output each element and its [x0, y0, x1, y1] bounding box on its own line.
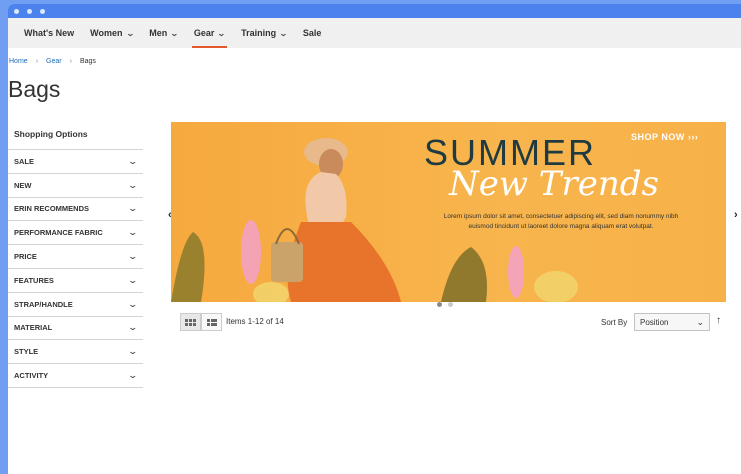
- title-bar: [8, 4, 741, 18]
- nav-label: Training: [241, 28, 277, 38]
- banner-script: New Trends: [449, 164, 659, 204]
- carousel-dots: [437, 302, 453, 307]
- filter-new[interactable]: NEW ⌄: [8, 174, 143, 198]
- nav-label: Women: [90, 28, 123, 38]
- list-view-button[interactable]: [201, 313, 222, 331]
- chevron-down-icon: ⌄: [170, 28, 179, 38]
- nav-label: Men: [149, 28, 168, 38]
- nav-item-men[interactable]: Men ⌄: [141, 18, 186, 48]
- breadcrumb-home[interactable]: Home: [9, 58, 28, 65]
- filter-label: NEW: [14, 180, 32, 190]
- carousel-dot[interactable]: [448, 302, 453, 307]
- chevron-down-icon: ⌄: [127, 274, 139, 285]
- filter-label: PRICE: [14, 252, 37, 262]
- filter-activity[interactable]: ACTIVITY ⌄: [8, 364, 143, 388]
- grid-icon: [185, 318, 196, 326]
- sort-select[interactable]: Position ⌄: [634, 313, 710, 331]
- filter-strap-handle[interactable]: STRAP/HANDLE ⌄: [8, 293, 143, 317]
- page-title: Bags: [8, 76, 61, 102]
- chevron-down-icon: ⌄: [279, 28, 288, 38]
- filter-label: PERFORMANCE FABRIC: [14, 228, 103, 238]
- chevron-right-icon[interactable]: ›: [734, 209, 738, 221]
- chevron-down-icon: ⌄: [127, 370, 139, 381]
- chevron-down-icon: ⌄: [127, 346, 139, 357]
- promo-banner[interactable]: SHOP NOW ››› SUMMER New Trends Lorem ips…: [171, 122, 726, 302]
- banner-body: Lorem ipsum dolor sit amet, consectetuer…: [411, 212, 711, 232]
- chevron-down-icon: ⌄: [696, 316, 704, 327]
- items-count: Items 1-12 of 14: [226, 317, 284, 326]
- banner-body-line: Lorem ipsum dolor sit amet, consectetuer…: [443, 213, 679, 220]
- chevron-down-icon: ⌄: [125, 28, 135, 38]
- carousel-dot[interactable]: [437, 302, 442, 307]
- filter-price[interactable]: PRICE ⌄: [8, 245, 143, 269]
- filter-label: STYLE: [14, 347, 39, 357]
- nav-label: What's New: [24, 28, 75, 38]
- chevron-down-icon: ⌄: [127, 203, 139, 214]
- breadcrumb-separator-icon: ›: [69, 58, 72, 65]
- product-toolbar: Items 1-12 of 14 Sort By Position ⌄ ↑: [171, 313, 731, 335]
- nav-item-sale[interactable]: Sale: [295, 18, 330, 48]
- filter-style[interactable]: STYLE ⌄: [8, 340, 143, 365]
- nav-label: Sale: [302, 28, 322, 38]
- nav-label: Gear: [193, 28, 215, 38]
- filter-performance-fabric[interactable]: PERFORMANCE FABRIC ⌄: [8, 221, 143, 246]
- filter-label: SALE: [14, 156, 35, 166]
- filter-erin-recommends[interactable]: ERIN RECOMMENDS ⌄: [8, 198, 143, 222]
- chevron-down-icon: ⌄: [127, 322, 139, 333]
- filter-material[interactable]: MATERIAL ⌄: [8, 317, 143, 341]
- chevron-down-icon: ⌄: [127, 298, 139, 309]
- window-dot[interactable]: [14, 8, 19, 14]
- shopping-options-heading: Shopping Options: [8, 126, 143, 150]
- nav-item-whats-new[interactable]: What's New: [16, 18, 82, 48]
- sort-value: Position: [640, 317, 669, 327]
- filter-label: ERIN RECOMMENDS: [14, 204, 90, 214]
- main-navigation: What's New Women ⌄ Men ⌄ Gear ⌄ Training…: [8, 18, 741, 48]
- window-dot[interactable]: [27, 8, 32, 14]
- sort-label: Sort By: [601, 318, 628, 327]
- filter-label: FEATURES: [14, 275, 54, 285]
- filter-sidebar: Shopping Options SALE ⌄ NEW ⌄ ERIN RECOM…: [8, 126, 143, 388]
- nav-item-gear[interactable]: Gear ⌄: [186, 18, 233, 48]
- breadcrumb-separator-icon: ›: [35, 58, 39, 65]
- nav-item-women[interactable]: Women ⌄: [82, 18, 141, 48]
- breadcrumb-current: Bags: [79, 58, 96, 65]
- nav-item-training[interactable]: Training ⌄: [233, 18, 295, 48]
- breadcrumb-gear[interactable]: Gear: [46, 58, 62, 65]
- chevron-down-icon: ⌄: [127, 155, 139, 166]
- chevron-down-icon: ⌄: [127, 179, 139, 190]
- arrow-up-icon[interactable]: ↑: [716, 315, 721, 326]
- banner-body-line: euismod tincidunt ut laoreet dolore magn…: [468, 223, 654, 230]
- filter-label: STRAP/HANDLE: [14, 299, 73, 309]
- grid-view-button[interactable]: [180, 313, 201, 331]
- window-dot[interactable]: [40, 8, 45, 14]
- filter-label: MATERIAL: [14, 323, 53, 333]
- chevron-down-icon: ⌄: [127, 251, 139, 262]
- list-icon: [206, 318, 217, 326]
- chevron-down-icon: ⌄: [127, 227, 139, 238]
- breadcrumb: Home › Gear › Bags: [9, 58, 96, 65]
- filter-sale[interactable]: SALE ⌄: [8, 150, 143, 174]
- shop-now-link[interactable]: SHOP NOW ›››: [631, 132, 698, 142]
- filter-label: ACTIVITY: [14, 371, 49, 381]
- chevron-down-icon: ⌄: [217, 28, 227, 38]
- filter-features[interactable]: FEATURES ⌄: [8, 269, 143, 293]
